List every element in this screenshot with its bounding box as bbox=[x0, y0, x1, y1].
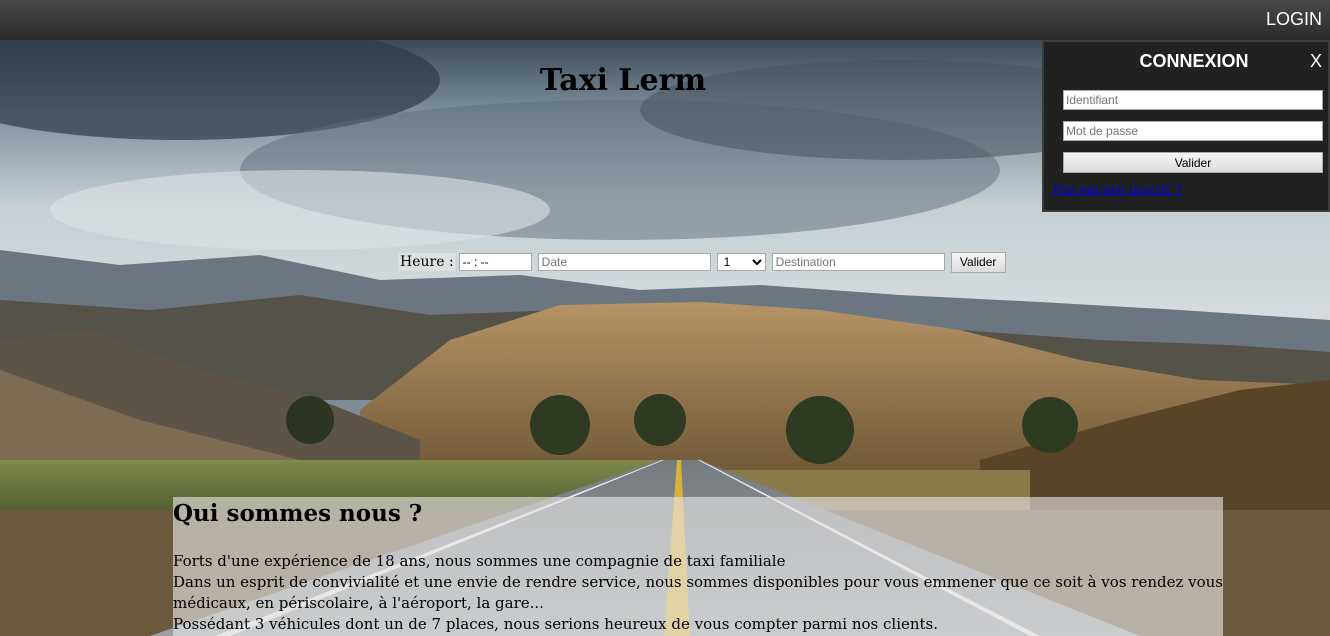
close-icon[interactable]: X bbox=[1310, 51, 1322, 72]
destination-input[interactable] bbox=[771, 253, 945, 271]
about-heading: Qui sommes nous ? bbox=[173, 500, 423, 527]
login-link[interactable]: LOGIN bbox=[1266, 9, 1322, 30]
date-input[interactable] bbox=[537, 253, 711, 271]
login-submit-button[interactable]: Valider bbox=[1063, 152, 1323, 173]
booking-submit-button[interactable]: Valider bbox=[950, 251, 1006, 273]
booking-form: Heure : 1 Valider bbox=[398, 251, 1006, 273]
about-section: Qui sommes nous ? Forts d'une expérience… bbox=[173, 497, 1223, 636]
login-panel-title: CONNEXION bbox=[1139, 51, 1249, 71]
login-panel: CONNEXION X Valider Pas encore inscrit ? bbox=[1042, 40, 1330, 212]
time-input[interactable] bbox=[458, 253, 532, 271]
password-input[interactable] bbox=[1063, 121, 1323, 141]
username-input[interactable] bbox=[1063, 90, 1323, 110]
about-line: Dans un esprit de convivialité et une en… bbox=[173, 573, 1223, 612]
signup-link[interactable]: Pas encore inscrit ? bbox=[1053, 183, 1182, 198]
about-line: Possédant 3 véhicules dont un de 7 place… bbox=[173, 615, 939, 633]
top-bar: LOGIN bbox=[0, 0, 1330, 40]
about-line: Forts d'une expérience de 18 ans, nous s… bbox=[173, 552, 786, 570]
time-label: Heure : bbox=[398, 253, 456, 271]
passenger-count-select[interactable]: 1 bbox=[716, 253, 766, 271]
